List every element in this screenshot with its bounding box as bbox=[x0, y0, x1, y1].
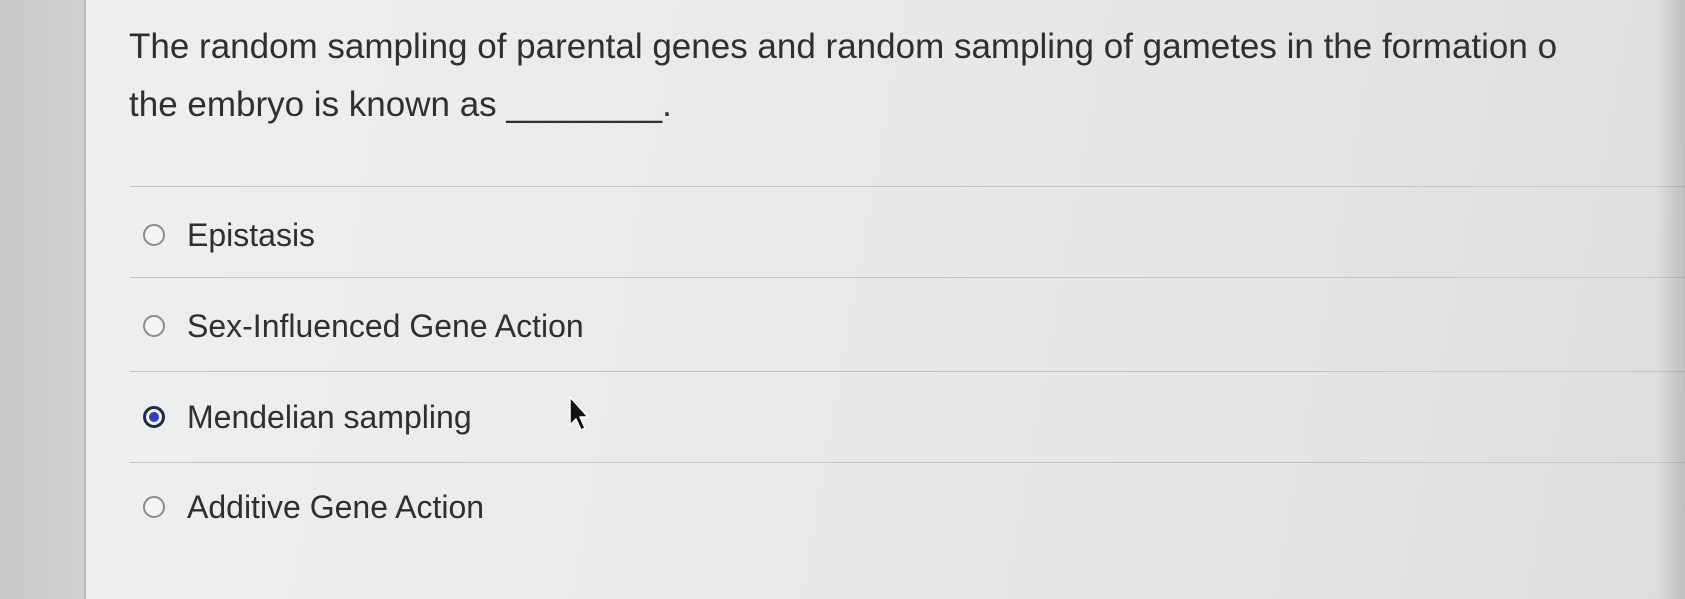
radio-button-epistasis[interactable] bbox=[143, 224, 165, 246]
radio-button-additive[interactable] bbox=[143, 496, 165, 518]
mouse-pointer-arrow-icon bbox=[569, 396, 589, 431]
answer-option-label: Additive Gene Action bbox=[187, 488, 485, 525]
radio-button-mendelian-sampling-selected[interactable] bbox=[143, 406, 165, 428]
divider bbox=[130, 371, 1685, 372]
divider bbox=[130, 186, 1685, 187]
answer-option-label: Sex-Influenced Gene Action bbox=[187, 307, 584, 344]
answer-option-label: Mendelian sampling bbox=[187, 398, 472, 435]
answer-option-additive[interactable]: Additive Gene Action bbox=[143, 485, 484, 529]
answer-option-epistasis[interactable]: Epistasis bbox=[143, 213, 315, 257]
question-line-2: the embryo is known as ________. bbox=[129, 85, 672, 124]
divider bbox=[130, 277, 1685, 278]
divider bbox=[130, 462, 1685, 463]
left-margin bbox=[0, 0, 84, 599]
answer-option-sex-influenced[interactable]: Sex-Influenced Gene Action bbox=[143, 304, 584, 348]
radio-button-sex-influenced[interactable] bbox=[143, 315, 165, 337]
question-line-1: The random sampling of parental genes an… bbox=[129, 27, 1558, 66]
question-text: The random sampling of parental genes an… bbox=[129, 18, 1685, 134]
answer-option-label: Epistasis bbox=[187, 216, 316, 253]
answer-option-mendelian-sampling[interactable]: Mendelian sampling bbox=[143, 395, 472, 439]
question-card: The random sampling of parental genes an… bbox=[84, 0, 1685, 599]
